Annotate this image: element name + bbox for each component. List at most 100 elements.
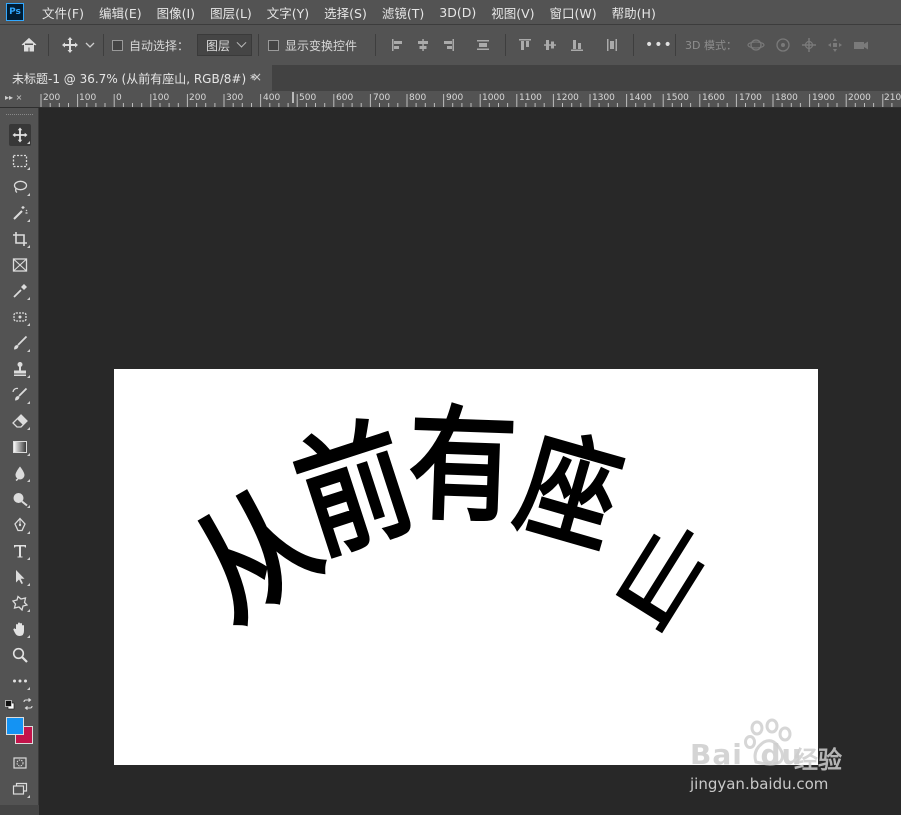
auto-select-checkbox[interactable]: 自动选择：: [112, 25, 189, 65]
horizontal-ruler[interactable]: 200 100 0 100 200 300 400 500 600 700 80…: [39, 91, 901, 108]
dodge-tool[interactable]: [9, 488, 31, 510]
baidu-watermark: Bai·du 经验 jingyan.baidu.com: [690, 718, 860, 798]
crop-tool[interactable]: [9, 228, 31, 250]
document-tab-title: 未标题-1 @ 36.7% (从前有座山, RGB/8#) *: [12, 71, 256, 86]
menu-window[interactable]: 窗口(W): [550, 3, 597, 22]
screen-mode-tool[interactable]: [9, 778, 31, 800]
menu-help[interactable]: 帮助(H): [612, 3, 656, 22]
quick-mask-tool[interactable]: [9, 752, 31, 774]
distribute-v-icon[interactable]: [603, 36, 621, 54]
3d-orbit-icon[interactable]: [747, 36, 765, 54]
blur-tool[interactable]: [9, 462, 31, 484]
close-icon[interactable]: ×: [252, 70, 262, 84]
layer-select-value: 图层: [206, 38, 231, 53]
default-colors-icon[interactable]: [5, 699, 15, 710]
pen-tool[interactable]: [9, 514, 31, 536]
gradient-tool[interactable]: [9, 436, 31, 458]
healing-tool[interactable]: [9, 306, 31, 328]
history-brush-tool[interactable]: [9, 384, 31, 406]
menu-image[interactable]: 图像(I): [157, 3, 195, 22]
arc-char: 山: [597, 503, 727, 650]
align-center-h-icon[interactable]: [414, 36, 432, 54]
arc-text-layer[interactable]: 从 前 有 座 山: [114, 369, 818, 765]
move-tool-options-icon[interactable]: [61, 36, 79, 54]
menu-file[interactable]: 文件(F): [42, 3, 84, 22]
3d-slide-icon[interactable]: [826, 36, 844, 54]
align-top-icon[interactable]: [516, 36, 534, 54]
arc-char: 座: [504, 413, 635, 572]
ruler-label: 100: [79, 93, 97, 103]
ruler-label: 1900: [812, 93, 835, 103]
move-tool[interactable]: [9, 124, 31, 146]
menu-view[interactable]: 视图(V): [491, 3, 534, 22]
ruler-label: 1300: [592, 93, 615, 103]
align-middle-v-icon[interactable]: [541, 36, 559, 54]
lasso-tool[interactable]: [9, 176, 31, 198]
foreground-color-swatch[interactable]: [6, 717, 24, 735]
ruler-label: 500: [299, 93, 317, 103]
3d-pan-icon[interactable]: [800, 36, 818, 54]
ruler-label: 300: [226, 93, 244, 103]
eyedropper-tool[interactable]: [9, 280, 31, 302]
options-bar: 自动选择： 图层 显示变换控件 ••• 3D 模式：: [0, 24, 901, 65]
ruler-label: 200: [189, 93, 207, 103]
ruler-corner[interactable]: ▸▸ ×: [0, 91, 39, 108]
frame-tool[interactable]: [9, 254, 31, 276]
show-transform-checkbox[interactable]: 显示变换控件: [268, 25, 357, 65]
show-transform-box[interactable]: [268, 39, 279, 51]
3d-camera-icon[interactable]: [852, 36, 870, 54]
menu-filter[interactable]: 滤镜(T): [382, 3, 424, 22]
ruler-label: 210: [884, 93, 901, 103]
3d-roll-icon[interactable]: [774, 36, 792, 54]
more-options-button[interactable]: •••: [645, 25, 673, 65]
document-tab[interactable]: 未标题-1 @ 36.7% (从前有座山, RGB/8#) * ×: [0, 65, 272, 91]
auto-select-box[interactable]: [112, 39, 123, 51]
menu-layer[interactable]: 图层(L): [210, 3, 252, 22]
ruler-label: 1700: [739, 93, 762, 103]
menu-edit[interactable]: 编辑(E): [99, 3, 142, 22]
toolbar-grip[interactable]: [6, 114, 33, 119]
photoshop-logo: Ps: [6, 3, 24, 21]
chevron-down-icon[interactable]: [84, 36, 96, 54]
align-bottom-icon[interactable]: [568, 36, 586, 54]
ruler-label: 400: [263, 93, 281, 103]
ruler-label: 1100: [519, 93, 542, 103]
ruler-label: 700: [373, 93, 391, 103]
ruler-label: 1200: [556, 93, 579, 103]
menu-select[interactable]: 选择(S): [324, 3, 367, 22]
shape-tool[interactable]: [9, 592, 31, 614]
document-canvas[interactable]: 从 前 有 座 山: [114, 369, 818, 765]
watermark-domain: jingyan.baidu.com: [690, 775, 829, 793]
distribute-icon[interactable]: [474, 36, 492, 54]
chevron-down-icon: [236, 37, 247, 48]
ruler-label: 100: [152, 93, 170, 103]
path-select-tool[interactable]: [9, 566, 31, 588]
swap-colors-icon[interactable]: [22, 698, 34, 710]
hand-tool[interactable]: [9, 618, 31, 640]
edit-toolbar-tool[interactable]: [9, 670, 31, 692]
ruler-corner-glyphs: ▸▸ ×: [5, 93, 23, 102]
stamp-tool[interactable]: [9, 358, 31, 380]
menu-type[interactable]: 文字(Y): [267, 3, 309, 22]
layer-select-dropdown[interactable]: 图层: [197, 25, 253, 65]
watermark-brand: Bai·du: [690, 738, 803, 771]
document-tab-bar: 未标题-1 @ 36.7% (从前有座山, RGB/8#) * ×: [0, 65, 901, 91]
type-tool[interactable]: [9, 540, 31, 562]
marquee-tool[interactable]: [9, 150, 31, 172]
align-left-icon[interactable]: [389, 36, 407, 54]
toolbar-scroll-handle[interactable]: [0, 805, 39, 815]
ruler-label: 600: [336, 93, 354, 103]
ruler-label: 800: [409, 93, 427, 103]
ruler-label: 1000: [482, 93, 505, 103]
eraser-tool[interactable]: [9, 410, 31, 432]
magic-wand-tool[interactable]: [9, 202, 31, 224]
brush-tool[interactable]: [9, 332, 31, 354]
home-icon[interactable]: [20, 36, 38, 54]
menu-3d[interactable]: 3D(D): [439, 5, 476, 20]
ruler-label: 0: [116, 93, 122, 103]
align-right-icon[interactable]: [439, 36, 457, 54]
ruler-label: 2000: [848, 93, 871, 103]
zoom-tool[interactable]: [9, 644, 31, 666]
menu-bar: Ps 文件(F) 编辑(E) 图像(I) 图层(L) 文字(Y) 选择(S) 滤…: [0, 0, 901, 24]
ruler-label: 1500: [666, 93, 689, 103]
